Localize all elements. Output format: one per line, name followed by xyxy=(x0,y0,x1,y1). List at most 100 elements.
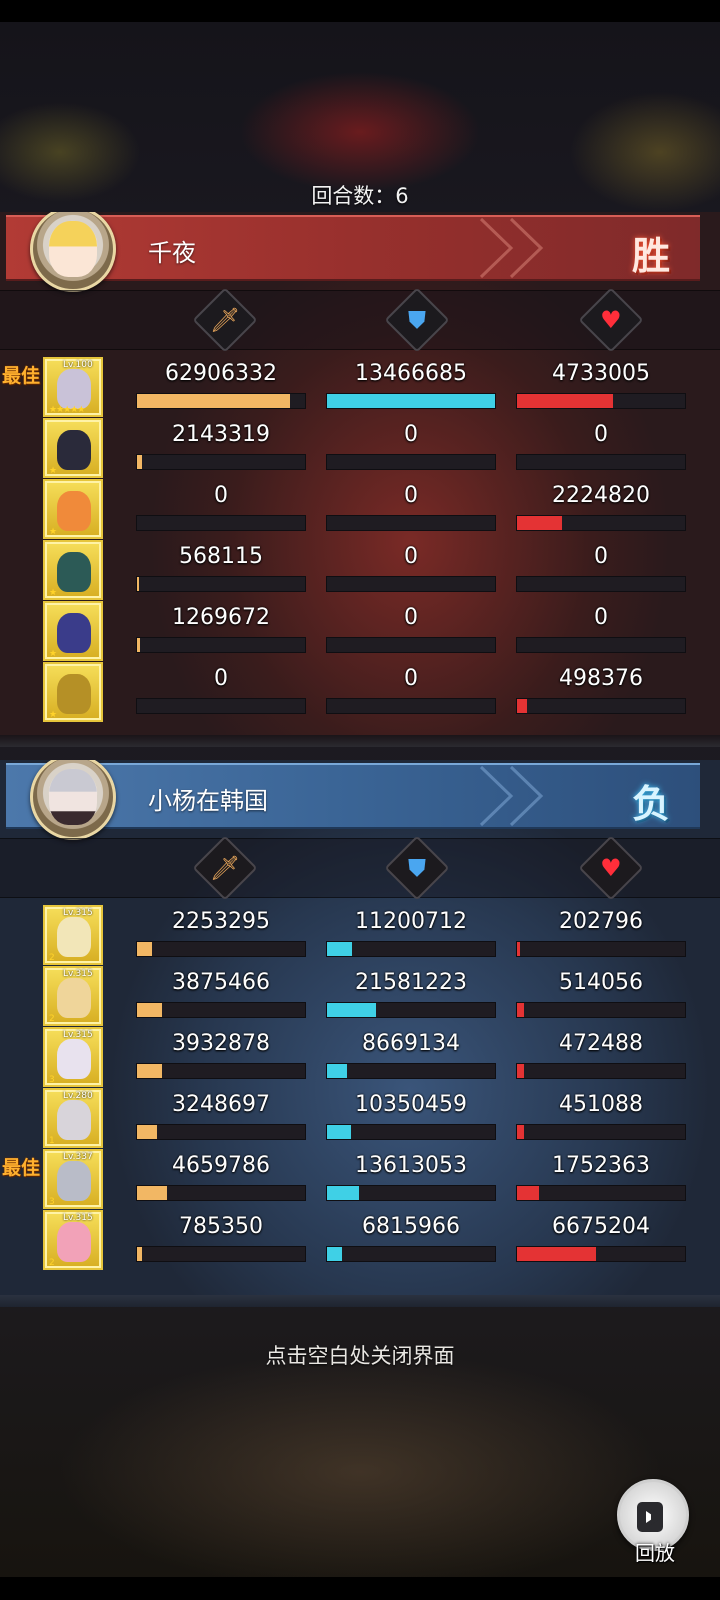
damage-stat-bar xyxy=(136,637,306,653)
heal-stat-value: 0 xyxy=(594,544,608,569)
heal-stat-bar xyxy=(516,1185,686,1201)
damage-stat: 0 xyxy=(136,662,306,722)
damage-stat-bar xyxy=(136,941,306,957)
hero-stat-row[interactable]: Lv.315 2 2253295 11200712 202796 xyxy=(0,905,720,966)
player-name: 千夜 xyxy=(148,239,196,267)
damage-stat-bar xyxy=(136,1246,306,1262)
hero-stars: 2 xyxy=(49,1258,55,1268)
hero-stat-row[interactable]: ★ 0 0 2224820 xyxy=(0,479,720,540)
heal-stat-value: 498376 xyxy=(559,666,643,691)
hero-stat-row[interactable]: ★ 1269672 0 0 xyxy=(0,601,720,662)
hero-stat-row[interactable]: 最佳 Lv.100 ★★★★★ 62906332 13466685 473300… xyxy=(0,357,720,418)
hero-portrait[interactable]: Lv.315 2 xyxy=(43,966,103,1026)
shield-icon: ⛊ xyxy=(384,835,450,901)
heal-stat-value: 451088 xyxy=(559,1092,643,1117)
defense-stat-bar xyxy=(326,454,496,470)
damage-stat: 62906332 xyxy=(136,357,306,417)
damage-stat: 1269672 xyxy=(136,601,306,661)
banner-chevron-decoration xyxy=(509,765,544,827)
hero-level: Lv.100 xyxy=(63,360,93,370)
panel-divider xyxy=(0,1295,720,1307)
hero-stars: ★ xyxy=(49,466,57,476)
hero-portrait[interactable]: Lv.100 ★★★★★ xyxy=(43,357,103,417)
hero-stat-row[interactable]: Lv.280 1 3248697 10350459 451088 xyxy=(0,1088,720,1149)
heal-stat-bar-fill xyxy=(517,516,563,530)
hero-stat-row[interactable]: ★ 0 0 498376 xyxy=(0,662,720,723)
damage-stat-bar-fill xyxy=(137,1186,168,1200)
defense-stat-bar xyxy=(326,1124,496,1140)
defense-stat-bar xyxy=(326,698,496,714)
heal-stat-value: 0 xyxy=(594,605,608,630)
heal-stat: 0 xyxy=(516,601,686,661)
hero-level: Lv.315 xyxy=(63,1213,93,1223)
hero-sprite xyxy=(57,1039,91,1079)
heal-stat: 0 xyxy=(516,418,686,478)
loser-panel: 小杨在韩国 负 🗡 ⛊ ♥ Lv.315 2 2253295 11200712 xyxy=(0,760,720,1305)
hero-level: Lv.337 xyxy=(63,1152,93,1162)
damage-stat-value: 2143319 xyxy=(172,422,270,447)
navigation-bar xyxy=(0,1577,720,1600)
damage-stat-bar-fill xyxy=(137,577,139,591)
hero-portrait[interactable]: ★ xyxy=(43,418,103,478)
best-hero-badge: 最佳 xyxy=(2,365,41,387)
heal-stat: 498376 xyxy=(516,662,686,722)
hero-stat-row[interactable]: ★ 568115 0 0 xyxy=(0,540,720,601)
hero-portrait[interactable]: Lv.337 3 xyxy=(43,1149,103,1209)
heal-stat-bar xyxy=(516,576,686,592)
damage-stat: 568115 xyxy=(136,540,306,600)
close-hint[interactable]: 点击空白处关闭界面 xyxy=(0,1340,720,1370)
hero-stars: ★ xyxy=(49,710,57,720)
hero-stars: ★ xyxy=(49,527,57,537)
hero-level: Lv.315 xyxy=(63,969,93,979)
hero-stat-row[interactable]: Lv.315 3 3932878 8669134 472488 xyxy=(0,1027,720,1088)
hero-portrait[interactable]: ★ xyxy=(43,540,103,600)
defense-stat-bar xyxy=(326,1185,496,1201)
hero-sprite xyxy=(57,674,91,714)
heal-stat-bar-fill xyxy=(517,942,521,956)
hero-portrait[interactable]: Lv.315 2 xyxy=(43,905,103,965)
defense-stat-bar xyxy=(326,1246,496,1262)
damage-stat: 4659786 xyxy=(136,1149,306,1209)
panel-divider xyxy=(0,735,720,747)
hero-stat-row[interactable]: 最佳 Lv.337 3 4659786 13613053 1752363 xyxy=(0,1149,720,1210)
heal-stat: 4733005 xyxy=(516,357,686,417)
heal-stat: 2224820 xyxy=(516,479,686,539)
heal-stat-value: 472488 xyxy=(559,1031,643,1056)
hero-portrait[interactable]: Lv.280 1 xyxy=(43,1088,103,1148)
hero-portrait[interactable]: ★ xyxy=(43,662,103,722)
hero-portrait[interactable]: ★ xyxy=(43,601,103,661)
heart-icon: ♥ xyxy=(578,287,644,353)
damage-stat-value: 785350 xyxy=(179,1214,263,1239)
hero-stat-row[interactable]: Lv.315 2 3875466 21581223 514056 xyxy=(0,966,720,1027)
damage-stat-value: 1269672 xyxy=(172,605,270,630)
victory-label: 胜 xyxy=(631,233,670,278)
hero-portrait[interactable]: ★ xyxy=(43,479,103,539)
damage-stat-value: 2253295 xyxy=(172,909,270,934)
damage-stat: 0 xyxy=(136,479,306,539)
heal-stat-bar xyxy=(516,941,686,957)
damage-stat-bar-fill xyxy=(137,455,143,469)
heal-stat-bar xyxy=(516,1002,686,1018)
hero-stars: ★ xyxy=(49,588,57,598)
hero-stat-row[interactable]: Lv.315 2 785350 6815966 6675204 xyxy=(0,1210,720,1271)
heal-stat-value: 6675204 xyxy=(552,1214,650,1239)
defense-stat: 13613053 xyxy=(326,1149,496,1209)
heal-stat-value: 0 xyxy=(594,422,608,447)
damage-stat-bar xyxy=(136,393,306,409)
defense-stat-bar-fill xyxy=(327,394,495,408)
hero-level: Lv.315 xyxy=(63,908,93,918)
defense-stat-bar xyxy=(326,941,496,957)
hero-portrait[interactable]: Lv.315 3 xyxy=(43,1027,103,1087)
damage-stat-value: 3248697 xyxy=(172,1092,270,1117)
hero-stat-row[interactable]: ★ 2143319 0 0 xyxy=(0,418,720,479)
heal-stat: 6675204 xyxy=(516,1210,686,1270)
hero-stars: ★★★★★ xyxy=(49,405,85,415)
heal-stat-bar xyxy=(516,454,686,470)
heal-stat: 0 xyxy=(516,540,686,600)
heal-stat-value: 1752363 xyxy=(552,1153,650,1178)
defense-stat: 13466685 xyxy=(326,357,496,417)
hero-portrait[interactable]: Lv.315 2 xyxy=(43,1210,103,1270)
heal-stat-bar-fill xyxy=(517,1125,524,1139)
replay-label[interactable]: 回放 xyxy=(620,1537,690,1566)
heal-stat: 1752363 xyxy=(516,1149,686,1209)
